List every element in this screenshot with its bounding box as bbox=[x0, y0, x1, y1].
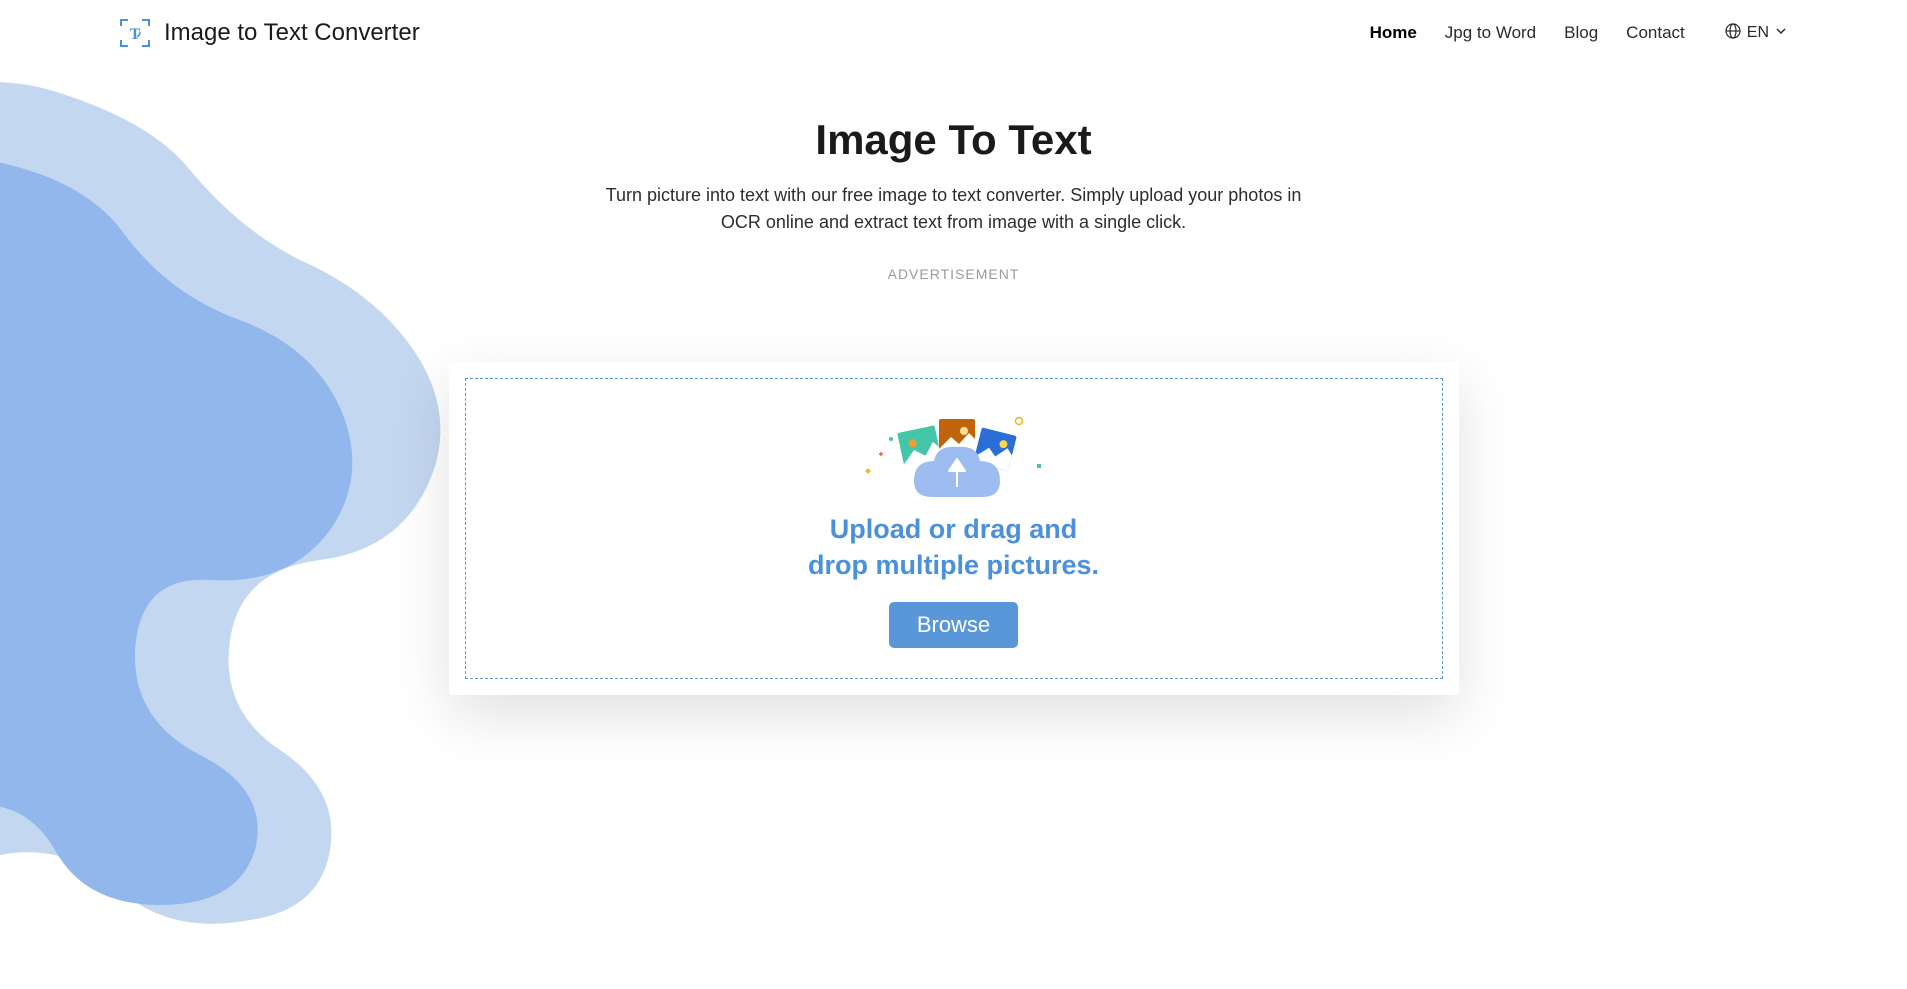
main-nav: Home Jpg to Word Blog Contact EN bbox=[1370, 23, 1787, 44]
browse-button[interactable]: Browse bbox=[889, 602, 1018, 648]
brand-text: Image to Text Converter bbox=[164, 19, 420, 47]
advertisement-label: ADVERTISEMENT bbox=[0, 266, 1907, 282]
nav-contact[interactable]: Contact bbox=[1626, 23, 1685, 43]
header: T Image to Text Converter Home Jpg to Wo… bbox=[0, 0, 1907, 66]
brand[interactable]: T Image to Text Converter bbox=[120, 18, 420, 48]
language-selector[interactable]: EN bbox=[1725, 23, 1787, 44]
globe-icon bbox=[1725, 23, 1741, 44]
nav-home[interactable]: Home bbox=[1370, 23, 1417, 43]
main-content: Image To Text Turn picture into text wit… bbox=[0, 66, 1907, 695]
language-label: EN bbox=[1747, 24, 1769, 42]
upload-card: Upload or drag and drop multiple picture… bbox=[449, 362, 1459, 695]
upload-illustration-icon bbox=[859, 409, 1049, 499]
brand-logo-icon: T bbox=[120, 18, 150, 48]
nav-blog[interactable]: Blog bbox=[1564, 23, 1598, 43]
drop-zone-text: Upload or drag and drop multiple picture… bbox=[804, 511, 1104, 584]
drop-zone[interactable]: Upload or drag and drop multiple picture… bbox=[465, 378, 1443, 679]
page-description: Turn picture into text with our free ima… bbox=[594, 182, 1314, 236]
nav-jpg-to-word[interactable]: Jpg to Word bbox=[1445, 23, 1536, 43]
chevron-down-icon bbox=[1775, 24, 1787, 42]
page-title: Image To Text bbox=[0, 116, 1907, 164]
